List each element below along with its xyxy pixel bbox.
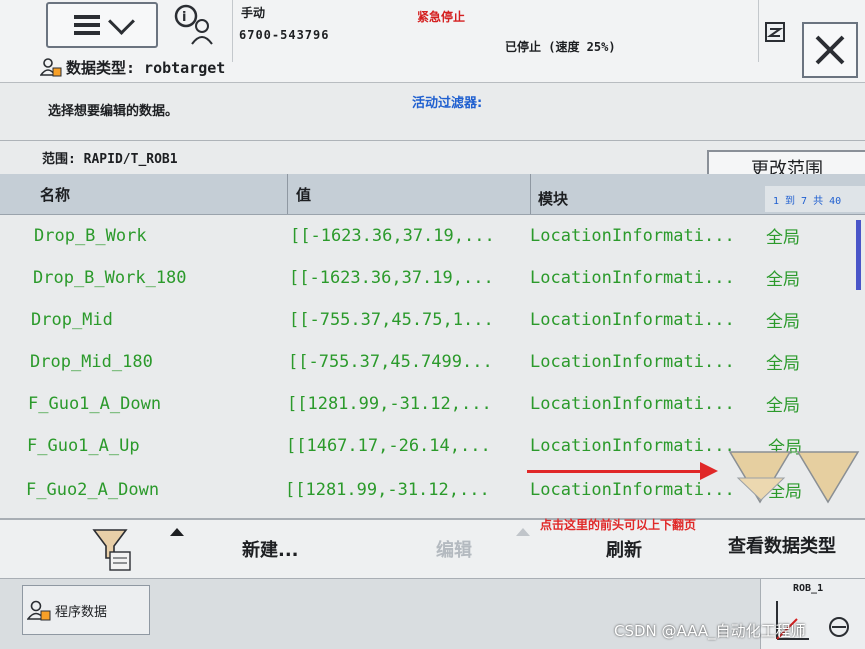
annotation-note: 点击这里的前头可以上下翻页 xyxy=(540,518,697,532)
row-module: LocationInformati... xyxy=(530,267,735,288)
row-value: [[-1623.36,37.19,... xyxy=(290,225,495,246)
mechanical-unit-label: ROB_1 xyxy=(793,583,824,594)
row-name: F_Guo1_A_Down xyxy=(28,393,162,414)
row-value: [[1467.17,-26.14,... xyxy=(286,435,491,456)
page-down-button[interactable] xyxy=(728,448,860,506)
main-menu-button[interactable] xyxy=(46,2,158,48)
operator-window-icon[interactable]: i xyxy=(170,2,222,46)
row-module: LocationInformati... xyxy=(530,351,735,372)
active-filter-label: 活动过滤器: xyxy=(412,96,483,111)
controller-serial: 6700-543796 xyxy=(239,28,330,42)
row-module: LocationInformati... xyxy=(530,309,735,330)
table-row[interactable]: Drop_B_Work [[-1623.36,37.19,... Locatio… xyxy=(0,214,865,257)
table-row[interactable]: Drop_B_Work_180 [[-1623.36,37.19,... Loc… xyxy=(0,256,865,299)
data-type-label: 数据类型: robtarget xyxy=(66,58,226,77)
top-status-bar: i 手动 6700-543796 紧急停止 已停止 (速度 25%) 数据类型:… xyxy=(0,0,865,83)
filter-icon[interactable] xyxy=(92,528,134,572)
instruction-text: 选择想要编辑的数据。 xyxy=(48,104,179,119)
row-value: [[-1623.36,37.19,... xyxy=(289,267,494,288)
data-type-header: 数据类型: robtarget xyxy=(0,52,540,82)
bottom-toolbar: 新建... 编辑 刷新 查看数据类型 xyxy=(0,518,865,578)
divider xyxy=(0,140,865,141)
new-button[interactable]: 新建... xyxy=(242,520,299,578)
edit-button[interactable]: 编辑 xyxy=(436,520,472,578)
page-down-last-icon xyxy=(796,451,860,504)
column-divider xyxy=(287,174,288,214)
column-header-module[interactable]: 模块 xyxy=(538,178,568,218)
program-data-tab-label: 程序数据 xyxy=(55,604,108,620)
table-row[interactable]: F_Guo1_A_Down [[1281.99,-31.12,... Locat… xyxy=(0,382,865,425)
row-value: [[-755.37,45.75,1... xyxy=(289,309,494,330)
table-row[interactable]: Drop_Mid [[-755.37,45.75,1... LocationIn… xyxy=(0,298,865,341)
annotation-arrow-head xyxy=(700,462,718,480)
hamburger-icon xyxy=(73,15,100,35)
row-scope: 全局 xyxy=(766,228,800,248)
program-data-icon xyxy=(27,600,51,621)
row-scope: 全局 xyxy=(766,312,800,332)
program-data-tab[interactable]: 程序数据 xyxy=(22,585,150,635)
row-name: Drop_Mid xyxy=(31,309,113,330)
table-header: 名称 值 模块 xyxy=(0,174,865,215)
annotation-arrow xyxy=(527,470,712,473)
column-header-value[interactable]: 值 xyxy=(296,174,311,214)
row-value: [[-755.37,45.7499... xyxy=(288,351,493,372)
scope-label: 范围: RAPID/T_ROB1 xyxy=(42,152,178,167)
column-header-name[interactable]: 名称 xyxy=(40,174,70,214)
row-name: F_Guo2_A_Down xyxy=(26,479,160,500)
operating-mode: 手动 xyxy=(241,6,266,20)
program-data-icon xyxy=(40,58,62,77)
row-module: LocationInformati... xyxy=(530,393,735,414)
row-scope: 全局 xyxy=(766,354,800,374)
row-name: Drop_B_Work xyxy=(34,225,147,246)
table-row[interactable]: Drop_Mid_180 [[-755.37,45.7499... Locati… xyxy=(0,340,865,383)
svg-text:i: i xyxy=(182,10,186,25)
row-name: F_Guo1_A_Up xyxy=(27,435,140,456)
scroll-down-icon xyxy=(736,477,786,501)
close-icon xyxy=(815,35,845,65)
row-name: Drop_B_Work_180 xyxy=(33,267,187,288)
row-name: Drop_Mid_180 xyxy=(30,351,153,372)
row-module: LocationInformati... xyxy=(530,435,735,456)
chevron-down-icon xyxy=(107,7,135,35)
view-data-types-button[interactable]: 查看数据类型 xyxy=(728,516,836,574)
row-value: [[1281.99,-31.12,... xyxy=(287,393,492,414)
quickset-icon[interactable] xyxy=(765,22,785,42)
emergency-stop-status: 紧急停止 xyxy=(417,10,466,24)
watermark: CSDN @AAA_自动化工程师 xyxy=(614,622,806,640)
row-value: [[1281.99,-31.12,... xyxy=(285,479,490,500)
triangle-up-icon xyxy=(516,528,530,536)
scrollbar[interactable] xyxy=(856,220,861,290)
triangle-up-icon xyxy=(170,528,184,536)
page-count: 1 到 7 共 40 xyxy=(765,186,865,212)
flexpendant-screen: i 手动 6700-543796 紧急停止 已停止 (速度 25%) 数据类型:… xyxy=(0,0,865,649)
row-scope: 全局 xyxy=(766,396,800,416)
row-module: LocationInformati... xyxy=(530,225,735,246)
row-scope: 全局 xyxy=(766,270,800,290)
close-button[interactable] xyxy=(802,22,858,78)
column-divider xyxy=(530,174,531,214)
